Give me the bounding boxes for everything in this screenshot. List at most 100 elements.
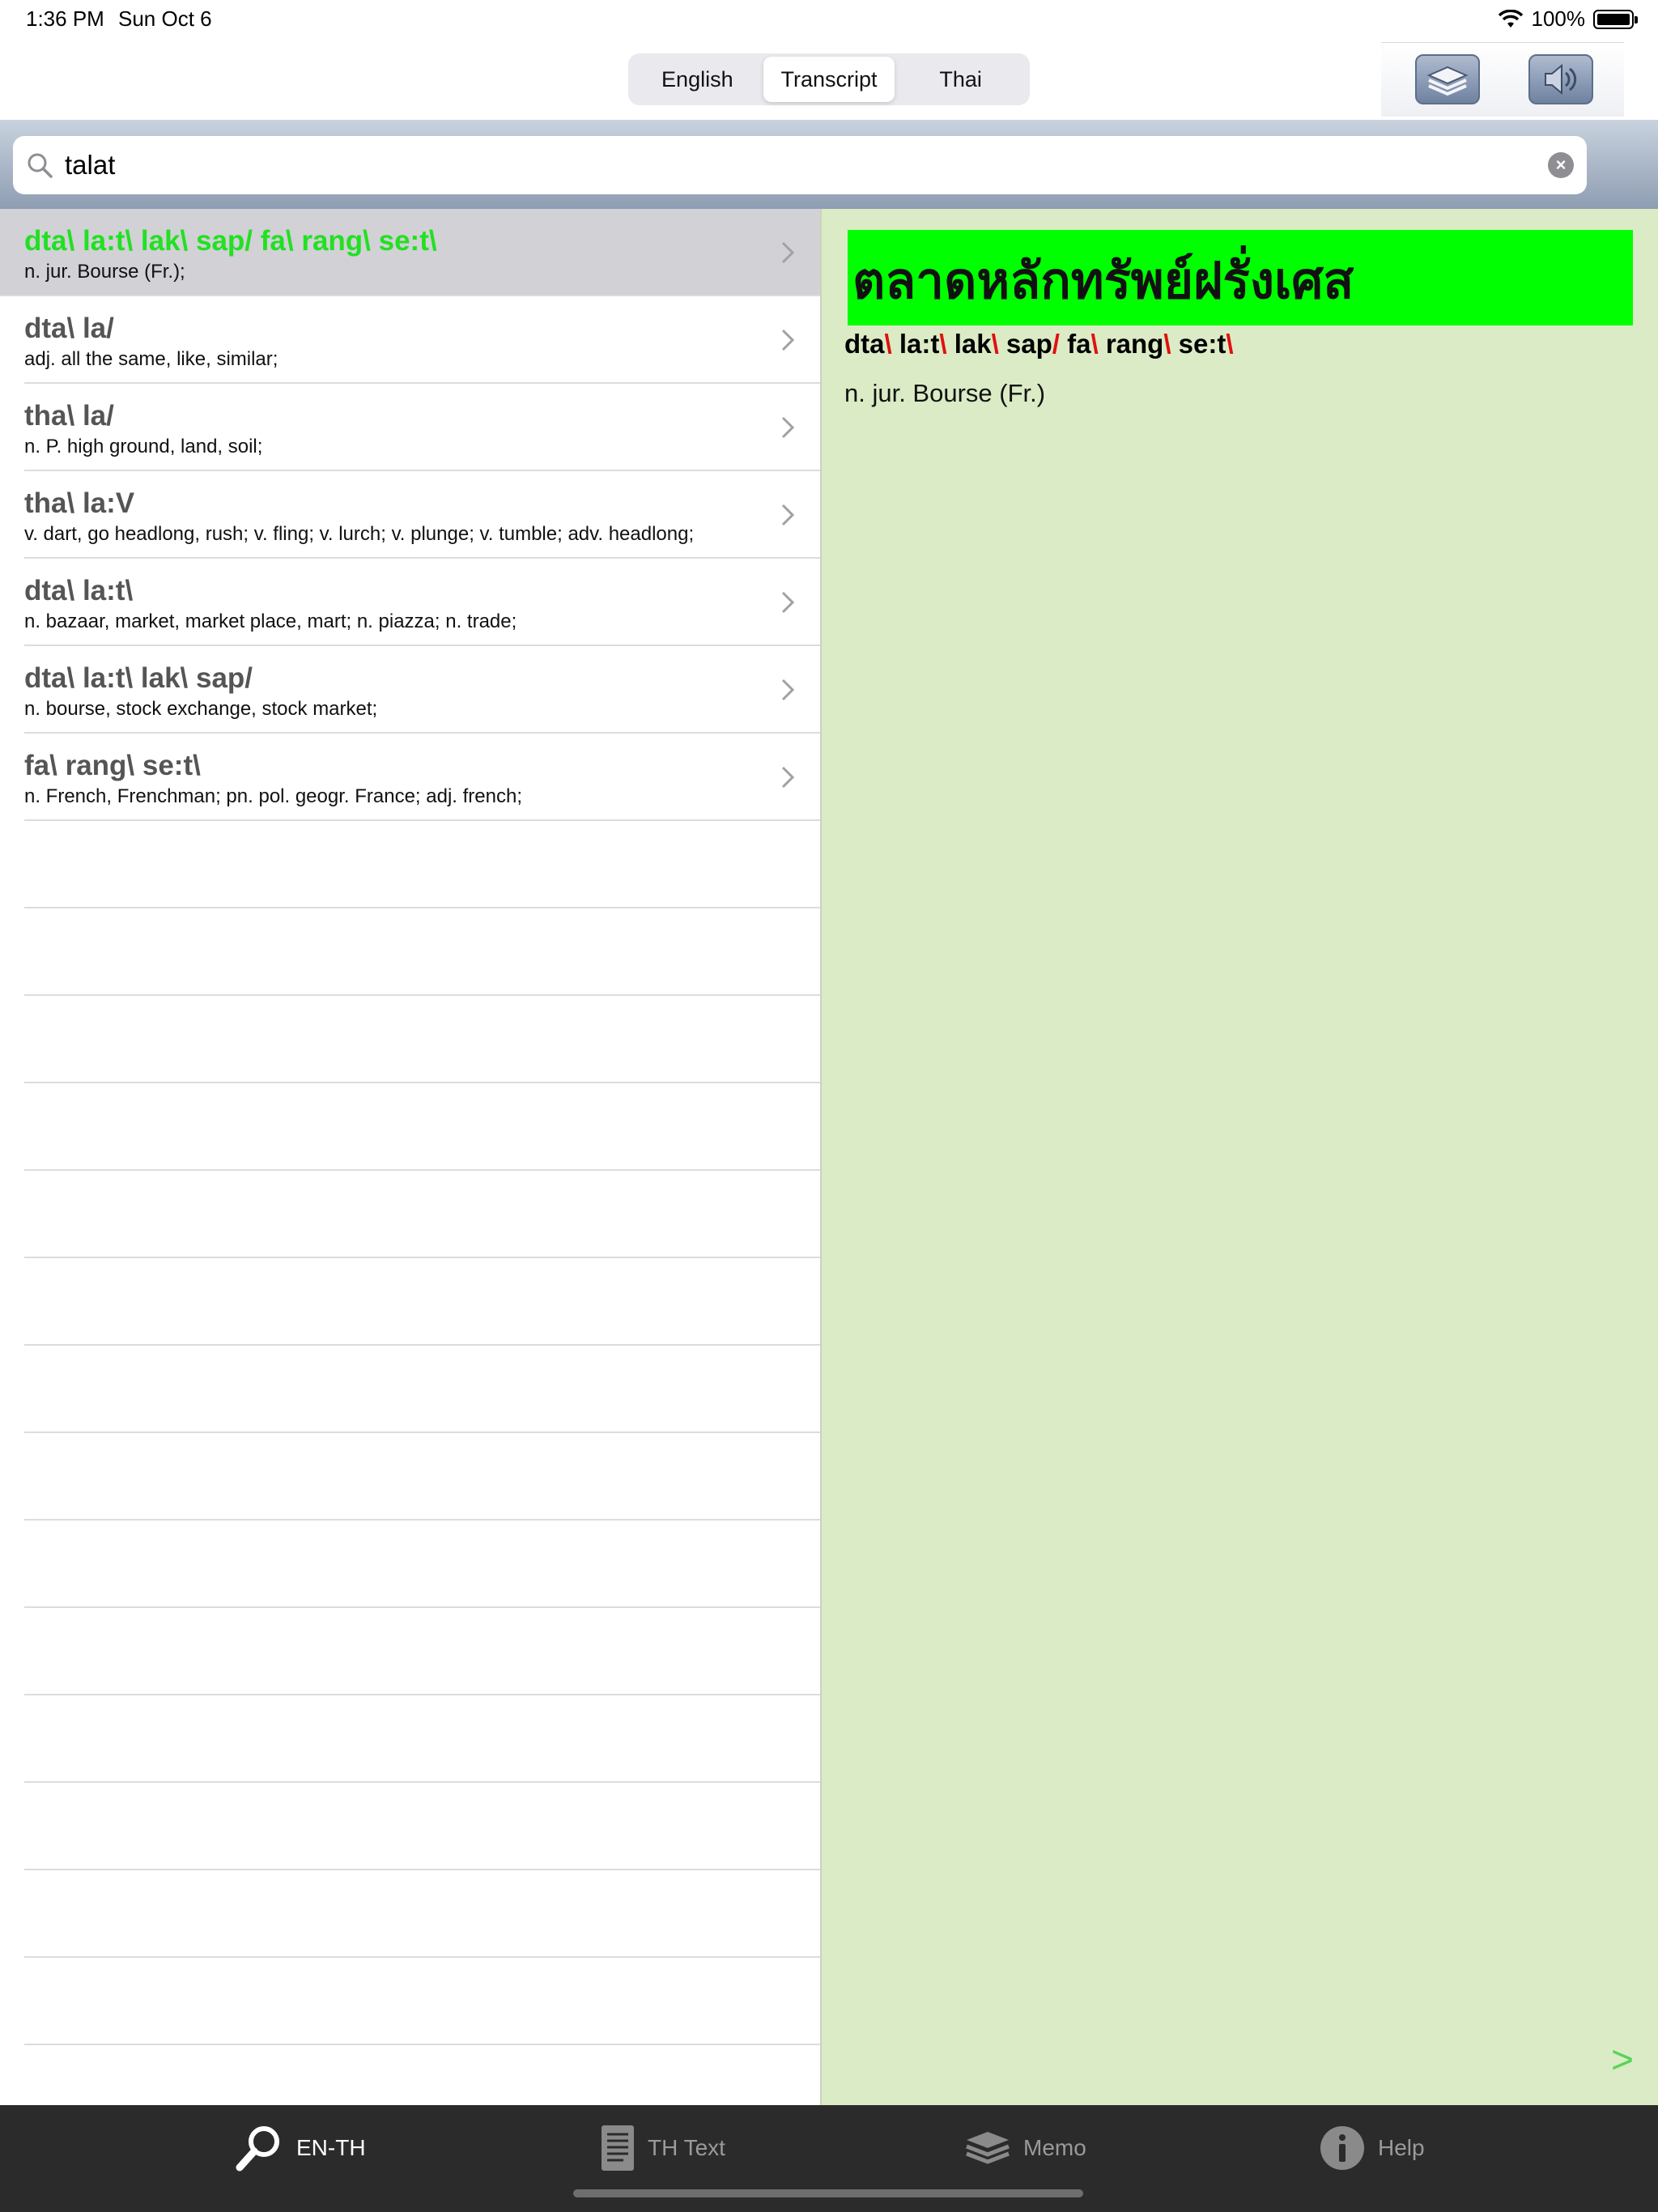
transcript-syllable: lak xyxy=(954,329,992,359)
battery-icon xyxy=(1593,9,1638,29)
list-item-definition: n. jur. Bourse (Fr.); xyxy=(24,261,185,283)
search-input[interactable] xyxy=(65,150,1548,181)
empty-list-row xyxy=(24,1958,820,2045)
next-entry-button[interactable]: > xyxy=(1611,2038,1634,2082)
empty-list-row xyxy=(24,1608,820,1695)
thai-word: ตลาดหลักทรัพย์ฝรั่งเศส xyxy=(848,230,1633,325)
tone-mark: \ xyxy=(1090,329,1099,359)
empty-list-row xyxy=(24,1171,820,1258)
list-item-title: dta\ la:t\ lak\ sap/ fa\ rang\ se:t\ xyxy=(24,225,437,257)
list-item[interactable]: dta\ la:t\ lak\ sap/ fa\ rang\ se:t\ n. … xyxy=(0,209,820,296)
list-item-title: tha\ la:V xyxy=(24,487,135,519)
battery-percent: 100% xyxy=(1531,6,1586,31)
layers-icon xyxy=(1426,66,1469,96)
empty-list-row xyxy=(24,1870,820,1958)
transcript-syllable: fa xyxy=(1067,329,1091,359)
status-time: 1:36 PM xyxy=(26,6,104,31)
chevron-right-icon xyxy=(781,241,795,264)
list-item[interactable]: tha\ la/ n. P. high ground, land, soil; xyxy=(24,384,820,471)
tab-label: Memo xyxy=(1023,2135,1086,2160)
segment-thai[interactable]: Thai xyxy=(895,57,1027,102)
empty-list-row xyxy=(24,821,820,908)
list-item[interactable]: dta\ la:t\ lak\ sap/ n. bourse, stock ex… xyxy=(24,646,820,734)
list-item[interactable]: fa\ rang\ se:t\ n. French, Frenchman; pn… xyxy=(24,734,820,821)
transcript-syllable: rang xyxy=(1105,329,1164,359)
empty-list-row xyxy=(24,1346,820,1433)
tone-mark: \ xyxy=(991,329,999,359)
empty-list-row xyxy=(24,1783,820,1870)
segment-transcript[interactable]: Transcript xyxy=(763,57,895,102)
tool-button-area xyxy=(1381,42,1624,117)
layers-button[interactable] xyxy=(1415,54,1480,104)
speaker-icon xyxy=(1545,63,1577,96)
status-date: Sun Oct 6 xyxy=(118,6,212,31)
empty-rows xyxy=(0,821,820,2105)
tone-mark: \ xyxy=(1226,329,1234,359)
empty-list-row xyxy=(24,908,820,996)
empty-list-row xyxy=(24,1695,820,1783)
empty-list-row xyxy=(24,2045,820,2105)
list-item-definition: n. P. high ground, land, soil; xyxy=(24,436,263,457)
tab-th-text[interactable]: TH Text xyxy=(599,2120,725,2176)
list-item-title: tha\ la/ xyxy=(24,400,114,432)
search-bar-area: × xyxy=(0,120,1658,329)
empty-list-row xyxy=(24,1083,820,1171)
tone-mark: / xyxy=(1052,329,1060,359)
top-toolbar: English Transcript Thai xyxy=(0,39,1658,120)
transcript-line: dta\ la:t\ lak\ sap/ fa\ rang\ se:t\ xyxy=(844,329,1234,359)
meaning-text: n. jur. Bourse (Fr.) xyxy=(844,379,1046,407)
search-icon xyxy=(28,153,53,178)
chevron-right-icon xyxy=(781,766,795,789)
home-indicator xyxy=(573,2189,1083,2197)
transcript-syllable: dta xyxy=(844,329,885,359)
tab-label: TH Text xyxy=(648,2135,725,2160)
list-item-title: dta\ la:t\ xyxy=(24,575,134,606)
chevron-right-icon xyxy=(781,329,795,351)
layers-icon xyxy=(966,2132,1010,2164)
list-item-definition: n. French, Frenchman; pn. pol. geogr. Fr… xyxy=(24,785,522,807)
tab-bar: EN-TH TH Text Memo Help xyxy=(0,2105,1658,2212)
list-item-title: fa\ rang\ se:t\ xyxy=(24,750,201,781)
close-icon: × xyxy=(1555,155,1567,175)
transcript-syllable: la:t xyxy=(899,329,940,359)
list-item[interactable]: dta\ la/ adj. all the same, like, simila… xyxy=(24,296,820,384)
status-bar: 1:36 PM Sun Oct 6 100% xyxy=(0,0,1658,39)
tone-mark: \ xyxy=(939,329,947,359)
transcript-syllable: sap xyxy=(1005,329,1052,359)
wifi-icon xyxy=(1498,9,1523,28)
list-item-title: dta\ la/ xyxy=(24,313,114,344)
results-list: dta\ la:t\ lak\ sap/ fa\ rang\ se:t\ n. … xyxy=(0,209,820,2105)
empty-list-row xyxy=(24,1521,820,1608)
empty-list-row xyxy=(24,1433,820,1521)
search-mode-segmented-control: English Transcript Thai xyxy=(628,53,1030,105)
search-field[interactable]: × xyxy=(13,136,1587,194)
chevron-right-icon xyxy=(781,416,795,439)
segment-english[interactable]: English xyxy=(631,57,763,102)
tone-mark: \ xyxy=(1163,329,1171,359)
list-item-definition: n. bourse, stock exchange, stock market; xyxy=(24,698,378,720)
info-icon xyxy=(1320,2126,1364,2170)
list-item-definition: v. dart, go headlong, rush; v. fling; v.… xyxy=(24,523,695,545)
list-item-definition: adj. all the same, like, similar; xyxy=(24,348,278,370)
tab-label: Help xyxy=(1378,2135,1425,2160)
sound-button[interactable] xyxy=(1528,54,1593,104)
list-item[interactable]: dta\ la:t\ n. bazaar, market, market pla… xyxy=(24,559,820,646)
tab-memo[interactable]: Memo xyxy=(963,2120,1086,2176)
document-icon xyxy=(602,2125,634,2171)
list-item-definition: n. bazaar, market, market place, mart; n… xyxy=(24,610,517,632)
tab-label: EN-TH xyxy=(296,2135,366,2160)
list-item[interactable]: tha\ la:V v. dart, go headlong, rush; v.… xyxy=(24,471,820,559)
clear-search-button[interactable]: × xyxy=(1548,152,1574,178)
empty-list-row xyxy=(24,996,820,1083)
magnifier-icon xyxy=(236,2126,279,2172)
detail-panel: ตลาดหลักทรัพย์ฝรั่งเศส dta\ la:t\ lak\ s… xyxy=(820,209,1658,2105)
tab-en-th[interactable]: EN-TH xyxy=(233,2120,366,2176)
empty-list-row xyxy=(24,1258,820,1346)
tone-mark: \ xyxy=(884,329,892,359)
transcript-syllable: se:t xyxy=(1178,329,1226,359)
chevron-right-icon xyxy=(781,504,795,526)
tab-help[interactable]: Help xyxy=(1318,2120,1425,2176)
status-indicators: 100% xyxy=(1498,6,1638,32)
chevron-right-icon xyxy=(781,591,795,614)
chevron-right-icon xyxy=(781,678,795,701)
